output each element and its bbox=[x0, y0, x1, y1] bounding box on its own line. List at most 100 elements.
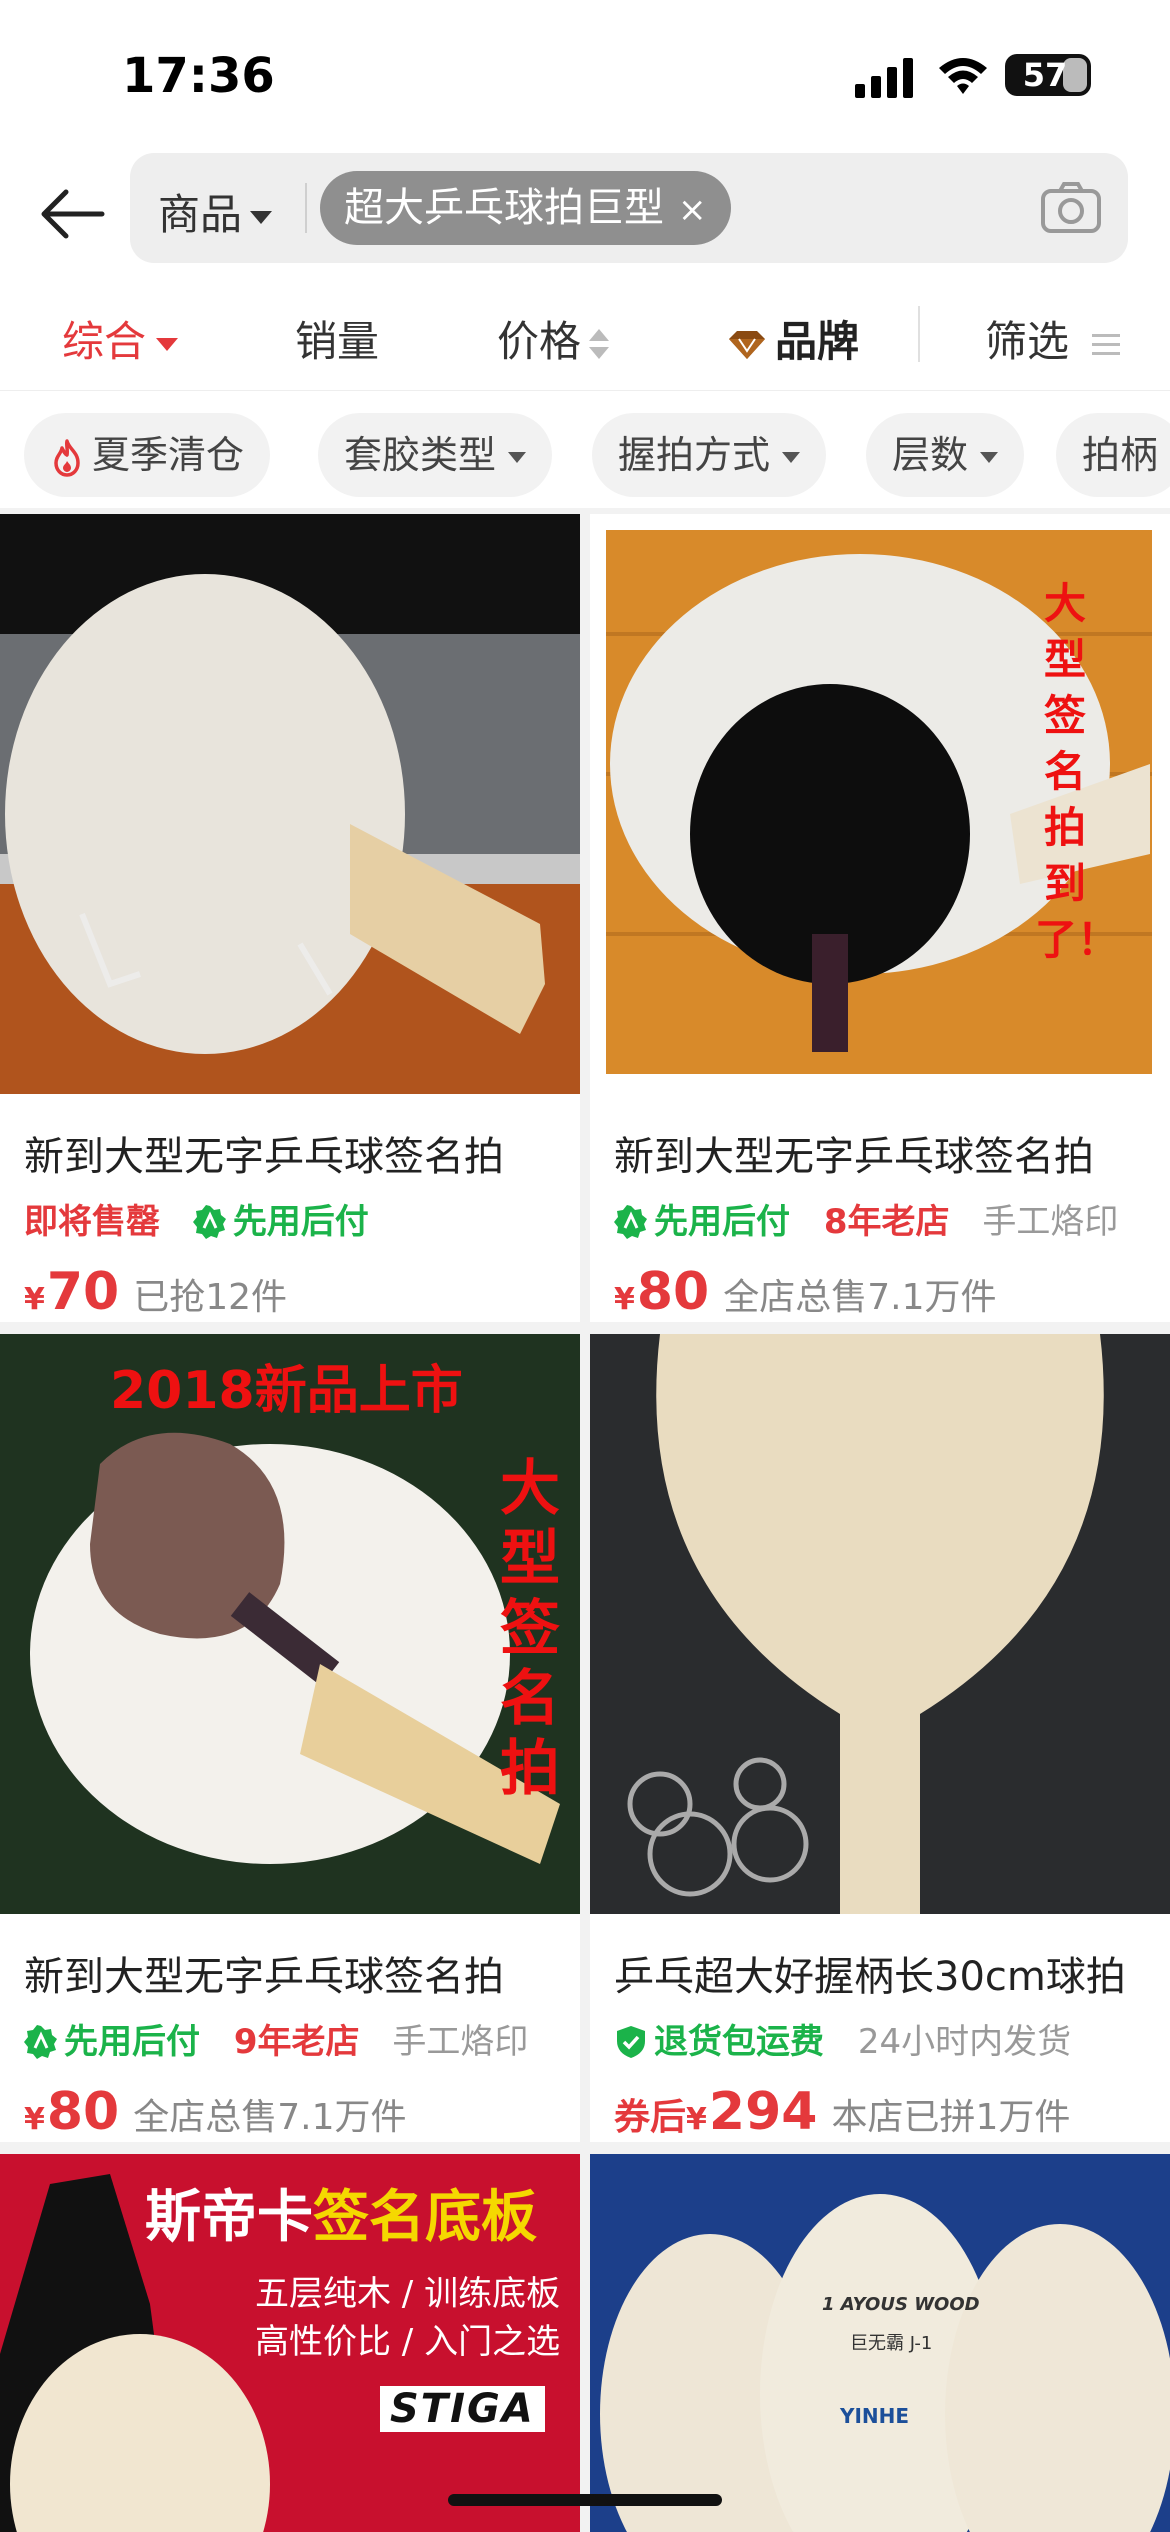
price-value: 80 bbox=[636, 1262, 710, 1322]
banner-title-b: 签名底板 bbox=[313, 2185, 537, 2250]
product-card[interactable]: 乒乓超大好握柄长30cm球拍 退货包运费 24小时内发货 券后¥294 本店已拼1… bbox=[590, 1334, 1170, 2142]
filter-chip-label: 夏季清仓 bbox=[92, 433, 245, 477]
tag-fast-dispatch: 24小时内发货 bbox=[857, 2022, 1072, 2062]
banner-title: 斯帝卡签名底板 bbox=[145, 2172, 537, 2253]
tab-label: 价格 bbox=[497, 317, 582, 366]
product-title: 乒乓超大好握柄长30cm球拍 bbox=[614, 1954, 1126, 2000]
product-tags: 先用后付 9年老店 手工烙印 bbox=[24, 2014, 528, 2063]
search-header: 商品 超大乒乓球拍巨型 × bbox=[0, 150, 1170, 278]
tab-sales[interactable]: 销量 bbox=[295, 308, 379, 369]
product-card[interactable]: 2018新品上市 大型签名拍 新到大型无字乒乓球签名拍 先用后付 9年老店 手工… bbox=[0, 1334, 580, 2142]
sold-count: 全店总售7.1万件 bbox=[723, 1277, 997, 1318]
banner-title-a: 斯帝卡 bbox=[145, 2185, 313, 2250]
filter-chip-label: 层数 bbox=[892, 433, 969, 477]
search-scope-dropdown[interactable]: 商品 bbox=[158, 181, 273, 242]
tag-handmade: 手工烙印 bbox=[392, 2022, 529, 2062]
tag-free-return-shipping: 退货包运费 bbox=[614, 2022, 836, 2062]
back-arrow-icon[interactable] bbox=[36, 178, 108, 250]
chevron-down-icon bbox=[782, 452, 801, 463]
filter-chips-row: 夏季清仓 套胶类型 握拍方式 层数 拍柄 bbox=[0, 390, 1170, 508]
chevron-down-icon bbox=[980, 452, 999, 463]
pay-later-icon bbox=[192, 1205, 226, 1239]
divider bbox=[918, 306, 920, 362]
filter-chip-handle[interactable]: 拍柄 bbox=[1056, 413, 1170, 497]
sold-count: 本店已拼1万件 bbox=[831, 2097, 1071, 2138]
product-card[interactable]: 大型签名拍到了！ 新到大型无字乒乓球签名拍 先用后付 8年老店 手工烙印 ¥80… bbox=[590, 514, 1170, 1322]
tag-handmade: 手工烙印 bbox=[982, 1202, 1119, 1242]
tag-label: 退货包运费 bbox=[654, 2022, 824, 2062]
tab-label: 销量 bbox=[295, 317, 380, 366]
chevron-down-icon bbox=[250, 211, 273, 224]
home-indicator[interactable] bbox=[448, 2494, 722, 2506]
image-label: 巨无霸 J-1 bbox=[850, 2333, 933, 2354]
filter-chip-layers[interactable]: 层数 bbox=[866, 413, 1025, 497]
product-title: 新到大型无字乒乓球签名拍 bbox=[24, 1134, 504, 1180]
brand-logo: STIGA bbox=[380, 2386, 545, 2432]
status-time: 17:36 bbox=[122, 48, 275, 104]
tag-pay-later: 先用后付 bbox=[24, 2022, 212, 2062]
product-image bbox=[0, 514, 580, 1094]
product-title: 新到大型无字乒乓球签名拍 bbox=[614, 1134, 1094, 1180]
product-price: ¥70 已抢12件 bbox=[24, 1262, 287, 1322]
filter-chip-rubber-type[interactable]: 套胶类型 bbox=[318, 413, 553, 497]
search-query-chip[interactable]: 超大乒乓球拍巨型 × bbox=[320, 171, 731, 245]
filter-chip-label: 套胶类型 bbox=[344, 433, 497, 477]
product-tags: 即将售罄 先用后付 bbox=[24, 1194, 391, 1243]
product-price: ¥80 全店总售7.1万件 bbox=[24, 2082, 407, 2142]
tab-label: 综合 bbox=[62, 317, 147, 366]
price-value: 294 bbox=[708, 2082, 818, 2142]
chevron-down-icon bbox=[156, 338, 179, 351]
diamond-icon bbox=[729, 330, 765, 359]
search-bar[interactable]: 商品 超大乒乓球拍巨型 × bbox=[130, 153, 1128, 263]
tab-label: 品牌 bbox=[775, 317, 860, 366]
search-query-text: 超大乒乓球拍巨型 bbox=[344, 185, 664, 231]
price-value: 80 bbox=[46, 2082, 120, 2142]
filter-chip-grip-style[interactable]: 握拍方式 bbox=[592, 413, 827, 497]
tab-price[interactable]: 价格 bbox=[497, 308, 610, 369]
clear-query-icon[interactable]: × bbox=[678, 190, 707, 230]
product-price: 券后¥294 本店已拼1万件 bbox=[614, 2082, 1070, 2142]
product-tags: 退货包运费 24小时内发货 bbox=[614, 2014, 1071, 2063]
product-card[interactable]: 1 AYOUS WOOD 巨无霸 J-1 YINHE bbox=[590, 2154, 1170, 2532]
pay-later-icon bbox=[614, 1205, 647, 1239]
price-prefix: 券后 bbox=[614, 2097, 687, 2138]
tab-brand[interactable]: 品牌 bbox=[727, 308, 859, 369]
status-bar: 17:36 57 bbox=[0, 0, 1170, 150]
divider bbox=[305, 183, 307, 233]
product-card[interactable]: 新到大型无字乒乓球签名拍 即将售罄 先用后付 ¥70 已抢12件 bbox=[0, 514, 580, 1322]
currency-symbol: ¥ bbox=[686, 2102, 707, 2137]
filter-lines-icon bbox=[1092, 333, 1121, 355]
shield-check-icon bbox=[617, 2026, 645, 2058]
sold-count: 全店总售7.1万件 bbox=[133, 2097, 407, 2138]
product-card[interactable]: 斯帝卡签名底板 五层纯木 / 训练底板 高性价比 / 入门之选 STIGA bbox=[0, 2154, 580, 2532]
currency-symbol: ¥ bbox=[614, 1282, 635, 1317]
product-image: 2018新品上市 大型签名拍 bbox=[0, 1334, 580, 1914]
battery-icon: 57 bbox=[1005, 54, 1091, 96]
tab-label: 筛选 bbox=[985, 317, 1070, 366]
tag-pay-later: 先用后付 bbox=[614, 1202, 802, 1242]
wifi-icon bbox=[939, 58, 987, 94]
tag-label: 先用后付 bbox=[654, 1202, 790, 1242]
camera-search-icon[interactable] bbox=[1040, 181, 1102, 235]
pay-later-icon bbox=[24, 2025, 57, 2059]
battery-level: 57 bbox=[1022, 56, 1068, 94]
tag-store-age: 9年老店 bbox=[233, 2022, 360, 2062]
sort-updown-icon bbox=[589, 327, 610, 363]
tab-filter[interactable]: 筛选 bbox=[985, 308, 1121, 369]
tag-label: 先用后付 bbox=[232, 1202, 369, 1242]
tag-label: 先用后付 bbox=[64, 2022, 200, 2062]
brand-logo: YINHE bbox=[840, 2404, 910, 2428]
filter-chip-summer-clearance[interactable]: 夏季清仓 bbox=[24, 413, 271, 497]
sort-tabs: 综合 销量 价格 品牌 筛选 bbox=[0, 278, 1170, 390]
filter-chip-label: 拍柄 bbox=[1082, 433, 1159, 477]
tag-store-age: 8年老店 bbox=[823, 1202, 950, 1242]
image-overlay-headline: 2018新品上市 bbox=[110, 1361, 463, 1421]
tab-comprehensive[interactable]: 综合 bbox=[62, 308, 179, 369]
currency-symbol: ¥ bbox=[24, 1282, 45, 1317]
product-image: 斯帝卡签名底板 五层纯木 / 训练底板 高性价比 / 入门之选 STIGA bbox=[0, 2154, 580, 2532]
price-value: 70 bbox=[46, 1262, 120, 1322]
tag-pay-later: 先用后付 bbox=[192, 1202, 369, 1242]
currency-symbol: ¥ bbox=[24, 2102, 45, 2137]
product-tags: 先用后付 8年老店 手工烙印 bbox=[614, 1194, 1118, 1243]
banner-line: 高性价比 / 入门之选 bbox=[255, 2322, 561, 2362]
